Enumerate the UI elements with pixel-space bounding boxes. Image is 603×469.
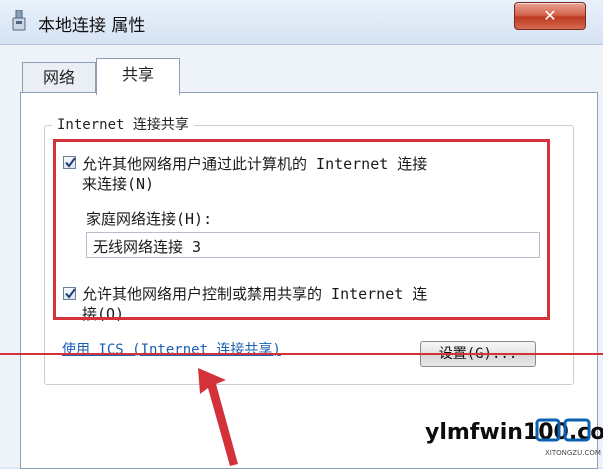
ics-help-link[interactable]: 使用 ICS (Internet 连接共享) — [62, 339, 281, 359]
tab-network[interactable]: 网络 — [22, 62, 96, 93]
close-button[interactable]: ✕ — [514, 2, 586, 30]
close-icon: ✕ — [543, 6, 557, 25]
watermark-logo-icon — [535, 418, 591, 442]
tab-sharing[interactable]: 共享 — [96, 58, 180, 95]
annotation-line — [0, 353, 603, 355]
annotation-highlight-box — [53, 139, 550, 320]
annotation-arrow-icon — [198, 368, 238, 466]
title-bar: 本地连接 属性 ✕ — [0, 0, 603, 45]
ics-group-title: Internet 连接共享 — [52, 114, 194, 134]
watermark-subtext: XITONGZU.COM — [545, 449, 601, 457]
network-adapter-icon — [10, 9, 28, 32]
window-title: 本地连接 属性 — [38, 16, 146, 36]
